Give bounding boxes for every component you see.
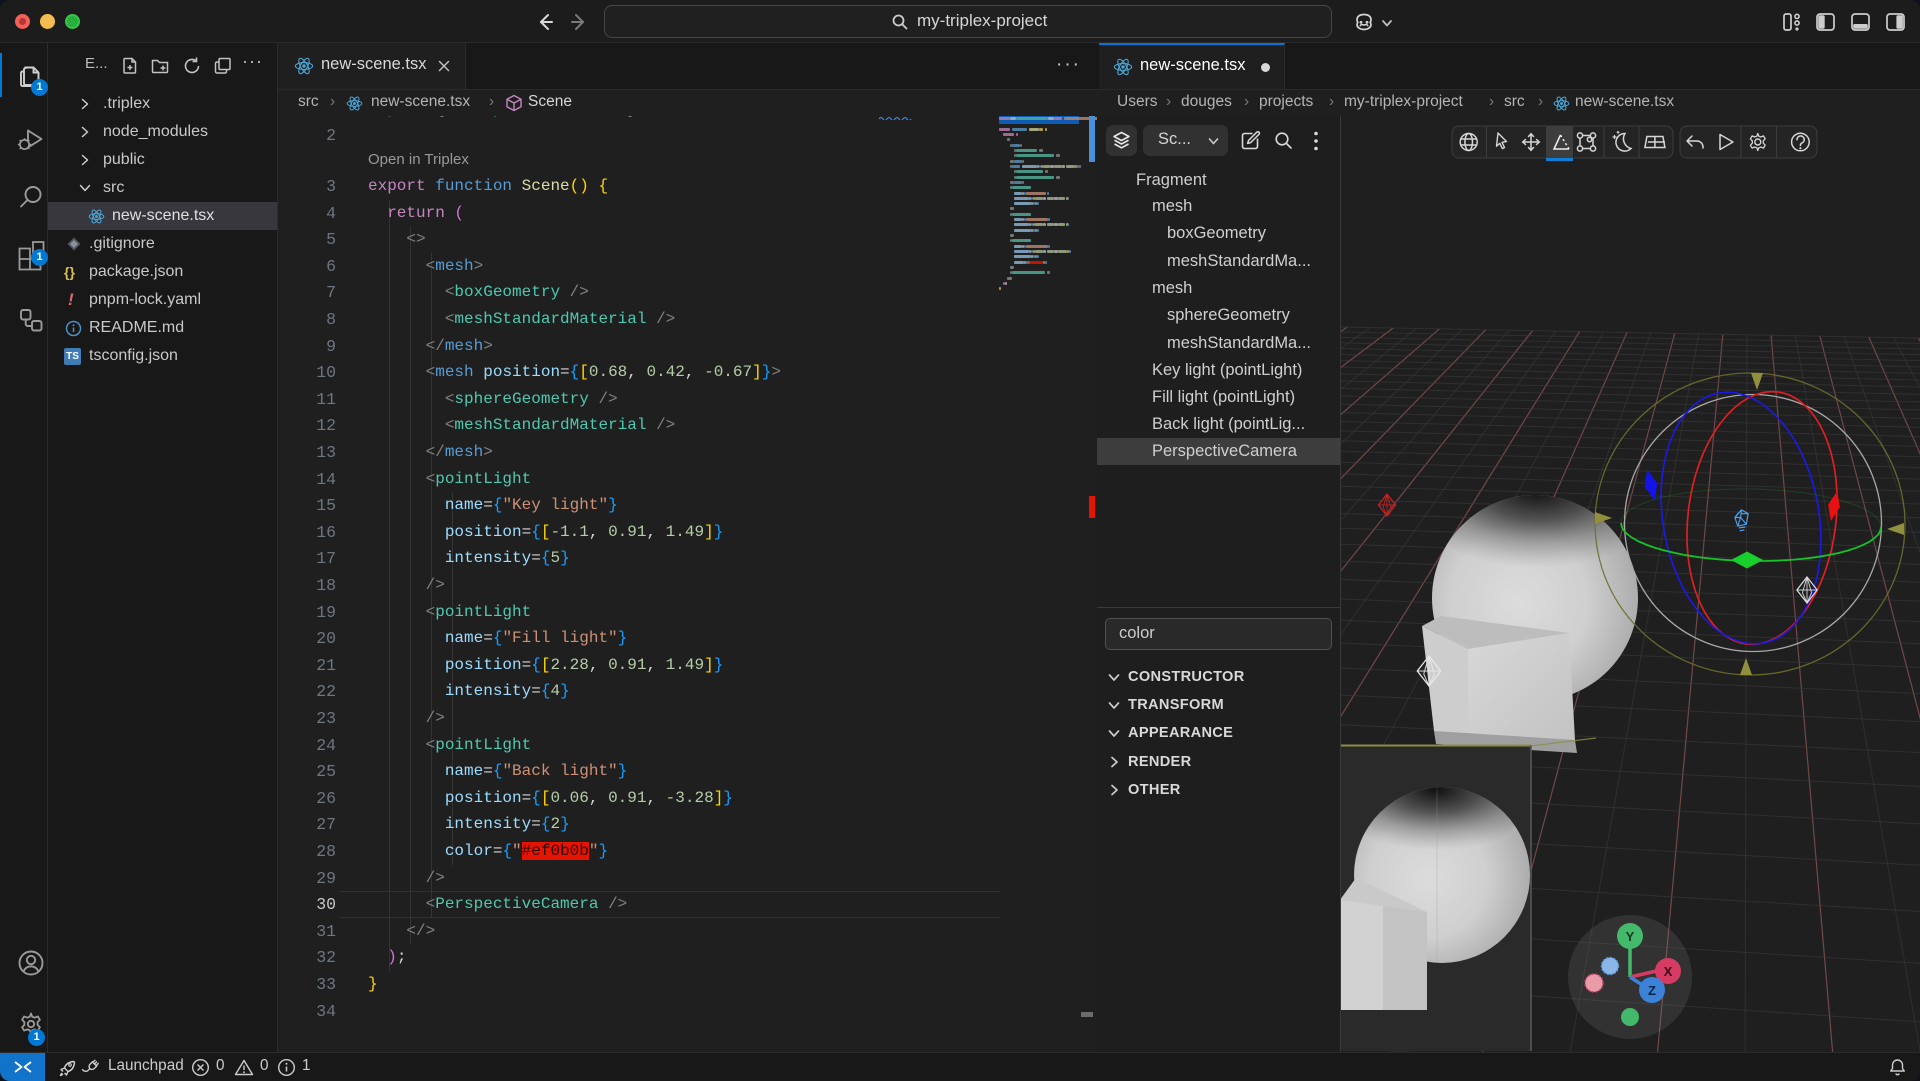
svg-text:X: X [1664, 964, 1673, 979]
svg-text:Y: Y [1626, 929, 1635, 944]
svg-text:Z: Z [1648, 983, 1656, 998]
